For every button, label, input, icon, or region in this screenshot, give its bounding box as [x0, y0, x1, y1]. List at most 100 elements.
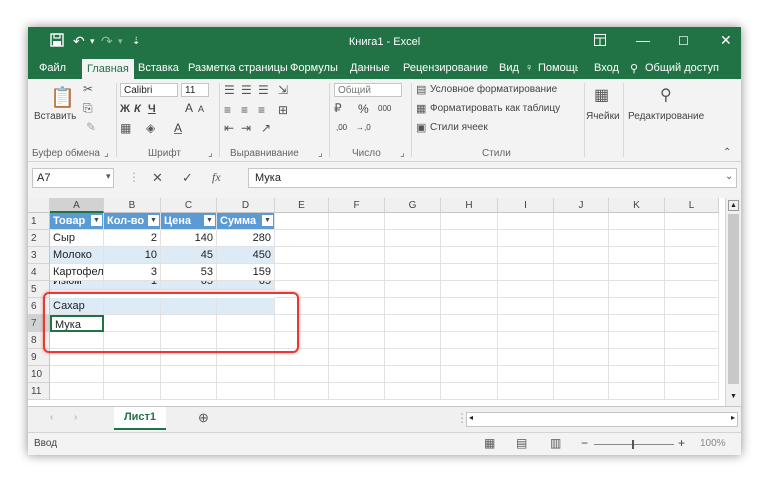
grid-cell[interactable]	[275, 264, 329, 281]
grid-cell[interactable]	[217, 366, 275, 383]
grid-cell[interactable]	[554, 298, 609, 315]
currency-icon[interactable]: ₽	[334, 101, 342, 115]
grid-cell[interactable]	[609, 332, 665, 349]
grid-cell[interactable]	[554, 315, 609, 332]
scroll-right-icon[interactable]: ▸	[731, 413, 735, 422]
grid-cell[interactable]	[329, 366, 385, 383]
grid-cell[interactable]	[275, 230, 329, 247]
column-header-e[interactable]: E	[275, 198, 329, 213]
table-header-cell[interactable]: Сумма ▼	[217, 213, 275, 230]
grid-cell[interactable]	[104, 366, 161, 383]
grid-cell[interactable]	[385, 349, 441, 366]
column-header-b[interactable]: B	[104, 198, 161, 213]
grid-cell[interactable]	[275, 383, 329, 400]
font-dialog-launcher-icon[interactable]: ⌟	[208, 148, 213, 159]
zoom-slider-thumb[interactable]	[632, 440, 634, 449]
grid-cell[interactable]	[441, 298, 498, 315]
grid-cell[interactable]	[665, 281, 719, 298]
table-cell[interactable]: Молоко	[50, 247, 104, 264]
page-break-view-icon[interactable]: ▥	[550, 436, 561, 450]
grid-cell[interactable]	[665, 298, 719, 315]
grid-cell[interactable]	[385, 298, 441, 315]
decrease-indent-icon[interactable]: ⇤	[224, 121, 234, 135]
align-left-icon[interactable]: ≡	[224, 103, 231, 117]
border-icon[interactable]: ▦	[120, 121, 131, 135]
paste-icon[interactable]: 📋	[50, 85, 75, 110]
magnifier-icon[interactable]: ⚲	[660, 85, 672, 105]
grid-cell[interactable]	[609, 366, 665, 383]
row-header-1[interactable]: 1	[28, 213, 50, 230]
table-cell[interactable]: 65	[217, 281, 275, 290]
conditional-format-button[interactable]: Условное форматирование	[430, 84, 557, 95]
grow-font-button[interactable]: A	[185, 101, 193, 115]
tab-page-layout[interactable]: Разметка страницы	[188, 62, 288, 74]
grid-cell[interactable]	[498, 247, 554, 264]
format-table-icon[interactable]: ▦	[416, 102, 426, 115]
cell-styles-button[interactable]: Стили ячеек	[430, 122, 488, 133]
grid-cell[interactable]	[554, 264, 609, 281]
grid-cell[interactable]	[665, 332, 719, 349]
grid-cell[interactable]	[609, 247, 665, 264]
grid-cell[interactable]	[441, 264, 498, 281]
grid-cell[interactable]	[385, 383, 441, 400]
grid-cell[interactable]	[665, 213, 719, 230]
column-header-k[interactable]: K	[609, 198, 665, 213]
grid-cell[interactable]	[329, 264, 385, 281]
align-bottom-icon[interactable]: ☰	[258, 83, 269, 97]
cut-icon[interactable]: ✂	[83, 82, 93, 96]
grid-cell[interactable]	[385, 213, 441, 230]
cell-styles-icon[interactable]: ▣	[416, 121, 426, 134]
horizontal-scrollbar[interactable]: ◂ ▸	[466, 412, 738, 427]
filter-dropdown-icon[interactable]: ▼	[91, 215, 102, 226]
font-color-button[interactable]: A	[174, 121, 182, 135]
grid-cell[interactable]	[665, 349, 719, 366]
zoom-out-button[interactable]: −	[581, 436, 588, 450]
table-cell[interactable]: Сыр	[50, 230, 104, 247]
share-button[interactable]: Общий доступ	[645, 62, 719, 74]
grid-cell[interactable]	[554, 281, 609, 298]
increase-decimal-button[interactable]: ,00	[336, 123, 347, 132]
grid-cell[interactable]	[329, 213, 385, 230]
table-header-cell[interactable]: Товар ▼	[50, 213, 104, 230]
sign-in-link[interactable]: Вход	[594, 62, 619, 74]
page-layout-view-icon[interactable]: ▤	[516, 436, 527, 450]
formula-input[interactable]: Мука	[248, 168, 737, 188]
table-cell[interactable]: 53	[161, 264, 217, 281]
shrink-font-button[interactable]: A	[198, 104, 204, 114]
column-header-j[interactable]: J	[554, 198, 609, 213]
next-sheet-icon[interactable]: ›	[74, 412, 77, 423]
scroll-down-icon[interactable]: ▼	[728, 391, 739, 402]
table-cell[interactable]: Картофел	[50, 264, 104, 281]
sheet-tab-active[interactable]: Лист1	[114, 407, 166, 430]
grid-cell[interactable]	[441, 315, 498, 332]
collapse-ribbon-icon[interactable]: ⌃	[723, 147, 731, 158]
grid-cell[interactable]	[441, 247, 498, 264]
row-header-4[interactable]: 4	[28, 264, 50, 281]
grid-cell[interactable]	[554, 383, 609, 400]
zoom-slider[interactable]	[594, 444, 674, 445]
number-format-combo[interactable]: Общий	[334, 83, 402, 97]
row-header-11[interactable]: 11	[28, 383, 50, 400]
column-header-g[interactable]: G	[385, 198, 441, 213]
cells-button[interactable]: Ячейки	[586, 111, 620, 122]
merge-cells-icon[interactable]: ⊞	[278, 103, 288, 117]
number-dialog-launcher-icon[interactable]: ⌟	[400, 148, 405, 159]
wrap-text-icon[interactable]: ⇲	[278, 83, 288, 97]
grid-cell[interactable]	[554, 230, 609, 247]
editing-button[interactable]: Редактирование	[628, 111, 704, 122]
italic-button[interactable]: К	[134, 103, 141, 115]
table-cell[interactable]: 10	[104, 247, 161, 264]
grid-cell[interactable]	[385, 332, 441, 349]
grid-cell[interactable]	[329, 315, 385, 332]
paste-button[interactable]: Вставить	[34, 111, 76, 122]
grid-cell[interactable]	[498, 230, 554, 247]
filter-dropdown-icon[interactable]: ▼	[204, 215, 215, 226]
align-top-icon[interactable]: ☰	[224, 83, 235, 97]
grid-cell[interactable]	[161, 383, 217, 400]
column-header-i[interactable]: I	[498, 198, 554, 213]
grid-cell[interactable]	[609, 213, 665, 230]
grid-cell[interactable]	[329, 281, 385, 298]
grid-cell[interactable]	[609, 315, 665, 332]
orientation-icon[interactable]: ↗	[261, 121, 271, 135]
table-cell[interactable]: 159	[217, 264, 275, 281]
